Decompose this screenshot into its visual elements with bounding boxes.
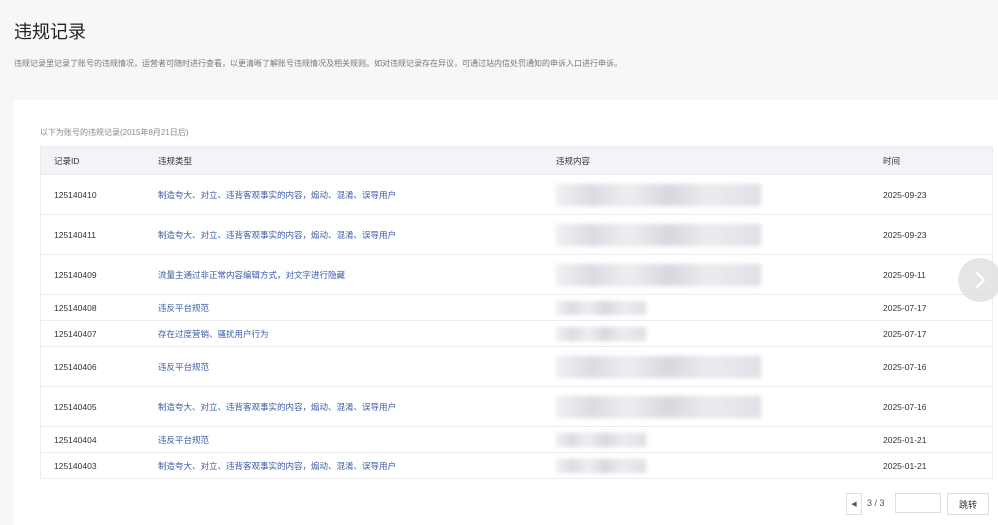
time-cell: 2025-07-16 xyxy=(882,346,993,387)
violation-type-cell: 违反平台规范 xyxy=(158,426,556,453)
time-cell: 2025-07-16 xyxy=(882,386,993,427)
page-description: 违规记录里记录了账号的违规情况，运营者可随时进行查看，以更清晰了解账号违规情况及… xyxy=(14,59,622,68)
violation-type-cell: 制造夸大、对立、违背客观事实的内容，煽动、混淆、误导用户 xyxy=(158,214,556,255)
violation-content-cell xyxy=(556,320,882,347)
jump-button[interactable]: 跳转 xyxy=(947,493,989,515)
table-caption: 以下为账号的违规记录(2015年8月21日后) xyxy=(40,128,189,137)
violation-table: 记录ID 违规类型 违规内容 时间 125140410 制造夸大、对立、违背客观事… xyxy=(40,146,993,479)
table-row: 125140405 制造夸大、对立、违背客观事实的内容，煽动、混淆、误导用户 202… xyxy=(40,386,993,427)
time-cell: 2025-01-21 xyxy=(882,426,993,453)
blurred-content xyxy=(556,263,761,286)
violation-type-cell: 制造夸大、对立、违背客观事实的内容，煽动、混淆、误导用户 xyxy=(158,452,556,479)
violation-type-link[interactable]: 违反平台规范 xyxy=(158,362,209,372)
blurred-content xyxy=(556,355,761,378)
table-row: 125140411 制造夸大、对立、违背客观事实的内容，煽动、混淆、误导用户 202… xyxy=(40,214,993,255)
violation-type-link[interactable]: 制造夸大、对立、违背客观事实的内容，煽动、混淆、误导用户 xyxy=(158,402,396,412)
violation-type-cell: 流量主通过非正常内容编辑方式，对文字进行隐藏 xyxy=(158,254,556,295)
record-id-cell: 125140406 xyxy=(40,346,158,387)
record-id-cell: 125140403 xyxy=(40,452,158,479)
blurred-content xyxy=(556,326,646,341)
violation-content-cell xyxy=(556,346,882,387)
table-header-row: 记录ID 违规类型 违规内容 时间 xyxy=(40,146,993,175)
time-cell: 2025-09-23 xyxy=(882,214,993,255)
blurred-content xyxy=(556,432,646,447)
violation-content-cell xyxy=(556,294,882,321)
blurred-content xyxy=(556,183,761,206)
blurred-content xyxy=(556,300,646,315)
violation-type-link[interactable]: 违反平台规范 xyxy=(158,303,209,313)
time-cell: 2025-01-21 xyxy=(882,452,993,479)
violation-content-cell xyxy=(556,214,882,255)
violation-type-cell: 违反平台规范 xyxy=(158,294,556,321)
table-row: 125140408 违反平台规范 2025-07-17 xyxy=(40,294,993,321)
violation-content-cell xyxy=(556,174,882,215)
page-title: 违规记录 xyxy=(14,22,86,42)
violation-type-link[interactable]: 存在过度营销、骚扰用户行为 xyxy=(158,329,269,339)
record-id-cell: 125140407 xyxy=(40,320,158,347)
blurred-content xyxy=(556,395,761,418)
table-row: 125140410 制造夸大、对立、违背客观事实的内容，煽动、混淆、误导用户 202… xyxy=(40,174,993,215)
violation-content-cell xyxy=(556,254,882,295)
violation-content-cell xyxy=(556,426,882,453)
chevron-left-icon: ◀ xyxy=(851,501,857,508)
table-row: 125140404 违反平台规范 2025-01-21 xyxy=(40,426,993,453)
blurred-content xyxy=(556,223,761,246)
prev-page-button[interactable]: ◀ xyxy=(846,493,862,515)
chevron-right-icon xyxy=(975,271,986,289)
violation-type-link[interactable]: 制造夸大、对立、违背客观事实的内容，煽动、混淆、误导用户 xyxy=(158,190,396,200)
violation-type-cell: 违反平台规范 xyxy=(158,346,556,387)
blurred-content xyxy=(556,458,646,473)
header-violation-content: 违规内容 xyxy=(556,146,882,175)
header-violation-type: 违规类型 xyxy=(158,146,556,175)
violation-type-cell: 制造夸大、对立、违背客观事实的内容，煽动、混淆、误导用户 xyxy=(158,174,556,215)
violation-type-link[interactable]: 流量主通过非正常内容编辑方式，对文字进行隐藏 xyxy=(158,270,345,280)
table-row: 125140403 制造夸大、对立、违背客观事实的内容，煽动、混淆、误导用户 202… xyxy=(40,452,993,479)
page-indicator: 3 / 3 xyxy=(867,498,885,508)
table-row: 125140407 存在过度营销、骚扰用户行为 2025-07-17 xyxy=(40,320,993,347)
record-id-cell: 125140410 xyxy=(40,174,158,215)
violation-type-cell: 存在过度营销、骚扰用户行为 xyxy=(158,320,556,347)
next-arrow-button[interactable] xyxy=(958,258,998,302)
record-id-cell: 125140411 xyxy=(40,214,158,255)
violation-content-cell xyxy=(556,386,882,427)
page-jump-input[interactable] xyxy=(895,493,941,513)
time-cell: 2025-07-17 xyxy=(882,320,993,347)
record-id-cell: 125140404 xyxy=(40,426,158,453)
record-id-cell: 125140409 xyxy=(40,254,158,295)
violation-type-link[interactable]: 违反平台规范 xyxy=(158,435,209,445)
time-cell: 2025-09-23 xyxy=(882,174,993,215)
table-row: 125140409 流量主通过非正常内容编辑方式，对文字进行隐藏 2025-09-1… xyxy=(40,254,993,295)
violation-type-link[interactable]: 制造夸大、对立、违背客观事实的内容，煽动、混淆、误导用户 xyxy=(158,461,396,471)
records-card: 以下为账号的违规记录(2015年8月21日后) 记录ID 违规类型 违规内容 时… xyxy=(14,100,998,525)
header-time: 时间 xyxy=(882,146,993,175)
violation-type-cell: 制造夸大、对立、违背客观事实的内容，煽动、混淆、误导用户 xyxy=(158,386,556,427)
violation-type-link[interactable]: 制造夸大、对立、违背客观事实的内容，煽动、混淆、误导用户 xyxy=(158,230,396,240)
violation-content-cell xyxy=(556,452,882,479)
record-id-cell: 125140405 xyxy=(40,386,158,427)
table-row: 125140406 违反平台规范 2025-07-16 xyxy=(40,346,993,387)
header-record-id: 记录ID xyxy=(40,146,158,175)
record-id-cell: 125140408 xyxy=(40,294,158,321)
